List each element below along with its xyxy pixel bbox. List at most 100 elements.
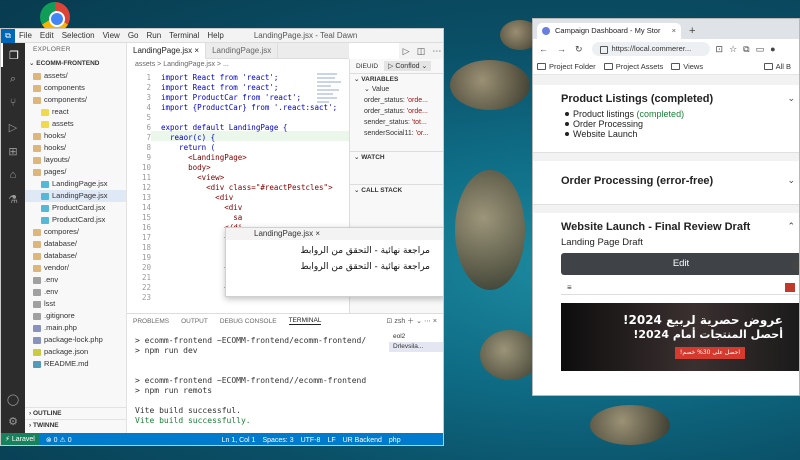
breadcrumb[interactable]: assets > LandingPage.jsx > ... — [127, 59, 349, 71]
card-title[interactable]: Website Launch - Final Review Draft ⌃ — [533, 221, 799, 233]
tree-folder[interactable]: layouts/ — [25, 154, 126, 166]
tree-folder[interactable]: database/ — [25, 238, 126, 250]
menu-go[interactable]: Go — [128, 31, 139, 40]
variable-row[interactable]: sender_status: 'tot... — [350, 117, 443, 128]
tree-file[interactable]: README.md — [25, 358, 126, 370]
code-line[interactable]: reaor(c) { — [161, 133, 215, 142]
shell-name[interactable]: zsh — [394, 318, 405, 325]
code-line[interactable]: export default LandingPage { — [161, 123, 287, 132]
card-title[interactable]: Product Listings (completed) ⌄ — [533, 93, 799, 105]
more-actions-icon[interactable]: ⋯ — [424, 318, 431, 325]
code-line[interactable]: import ProductCar from 'react'; — [161, 93, 301, 102]
code-line[interactable]: return ( — [161, 143, 215, 152]
code-line[interactable]: <div — [161, 203, 242, 212]
tree-file[interactable]: react — [25, 106, 126, 118]
chevron-down-icon[interactable]: ⌄ — [787, 93, 795, 104]
code-line[interactable]: <div class="#reactPestcles"> — [161, 183, 332, 192]
tree-file[interactable]: .env — [25, 286, 126, 298]
reload-icon[interactable]: ↻ — [575, 44, 583, 55]
run-debug-icon[interactable]: ▷ — [1, 115, 25, 139]
add-terminal-icon[interactable]: ＋ — [407, 318, 414, 325]
code-line[interactable]: <div — [161, 193, 233, 202]
bookmark-folder[interactable]: Project Assets — [603, 62, 663, 71]
bookmark-folder[interactable]: Project Folder — [537, 62, 596, 71]
variable-row[interactable]: order_status: 'orde... — [350, 95, 443, 106]
edit-button[interactable]: Edit — [561, 253, 799, 275]
more-actions-icon[interactable]: ⋯ — [432, 46, 441, 57]
tree-file[interactable]: package.json — [25, 346, 126, 358]
close-icon[interactable]: × — [433, 318, 437, 325]
remote-icon[interactable]: ⌂ — [1, 163, 25, 187]
code-line[interactable] — [161, 293, 224, 302]
tab-output[interactable]: OUTPUT — [181, 318, 208, 325]
menu-run[interactable]: Run — [146, 31, 161, 40]
tree-folder[interactable]: database/ — [25, 250, 126, 262]
outline-section[interactable]: › OUTLINE — [25, 407, 127, 419]
code-line[interactable]: <LandingPage> — [161, 153, 247, 162]
close-tab-icon[interactable]: × — [672, 23, 676, 39]
browser-tab[interactable]: Campaign Dashboard - My Stor × — [537, 23, 681, 39]
address-bar[interactable]: https://local.commerer... — [591, 42, 710, 56]
bookmark-folder[interactable]: Views — [671, 62, 703, 71]
language-mode[interactable]: UR Backend — [343, 437, 382, 444]
menu-selection[interactable]: Selection — [62, 31, 95, 40]
project-root[interactable]: ⌄ ECOMM-FRONTEND — [25, 57, 126, 70]
forward-icon[interactable]: → — [557, 44, 566, 54]
tree-file[interactable]: LandingPage.jsx — [25, 178, 126, 190]
terminal-item-selected[interactable]: Drlevsila... — [389, 342, 443, 352]
watch-section[interactable]: ⌄ WATCH — [350, 151, 443, 162]
tree-file[interactable]: ProductCard.jsx — [25, 202, 126, 214]
menu-file[interactable]: File — [19, 31, 32, 40]
debug-config-select[interactable]: ▷ Conflod ⌄ — [384, 61, 432, 71]
minimap[interactable] — [315, 71, 349, 131]
tree-folder[interactable]: vendor/ — [25, 262, 126, 274]
tab-problems[interactable]: PROBLEMS — [133, 318, 169, 325]
all-bookmarks[interactable]: All B — [763, 62, 791, 71]
tab-landingpage-active[interactable]: LandingPage.jsx × — [127, 43, 207, 59]
tree-file[interactable]: ProductCard.jsx — [25, 214, 126, 226]
tree-file[interactable]: assets — [25, 118, 126, 130]
tree-file[interactable]: .main.php — [25, 322, 126, 334]
terminal-item[interactable]: eol2 — [389, 332, 443, 342]
tab-landingpage[interactable]: LandingPage.jsx — [206, 43, 279, 59]
menu-terminal[interactable]: Terminal — [169, 31, 199, 40]
code-line[interactable]: import React from 'react'; — [161, 73, 278, 82]
chevron-down-icon[interactable]: ⌄ — [787, 175, 795, 186]
chevron-down-icon[interactable]: ⌄ — [416, 318, 422, 325]
notification-icon[interactable] — [791, 259, 799, 271]
hero-cta-button[interactable]: احصل على 30% خصم! — [674, 347, 745, 359]
tree-folder[interactable]: compores/ — [25, 226, 126, 238]
widget-tab[interactable]: LandingPage.jsx × — [226, 228, 443, 240]
back-icon[interactable]: ← — [539, 44, 548, 54]
code-line[interactable]: import React from 'react'; — [161, 83, 278, 92]
variables-section[interactable]: ⌄ VARIABLES — [350, 73, 443, 84]
tree-folder[interactable]: hooks/ — [25, 130, 126, 142]
code-line[interactable]: import {ProductCar} from '.react:sact'; — [161, 103, 337, 112]
value-row[interactable]: ⌄ Value — [350, 84, 443, 95]
call-stack-section[interactable]: ⌄ CALL STACK — [350, 184, 443, 195]
source-control-icon[interactable]: ⑂ — [1, 91, 25, 115]
profile-icon[interactable]: ● — [770, 44, 781, 54]
indentation[interactable]: Spaces: 3 — [262, 437, 293, 444]
tree-file[interactable]: .gitignore — [25, 310, 126, 322]
menu-help[interactable]: Help — [207, 31, 223, 40]
search-icon[interactable]: ⌕ — [1, 67, 25, 91]
testing-icon[interactable]: ⚗ — [1, 187, 25, 211]
variable-row[interactable]: order_status: 'orde... — [350, 106, 443, 117]
menu-edit[interactable]: Edit — [40, 31, 54, 40]
explorer-icon[interactable]: ❐ — [1, 43, 25, 67]
code-line[interactable]: body> — [161, 163, 211, 172]
variable-row[interactable]: senderSocial11: 'or... — [350, 128, 443, 139]
tab-debug-console[interactable]: DEBUG CONSOLE — [220, 318, 277, 325]
star-icon[interactable]: ☆ — [729, 44, 743, 54]
problems-count[interactable]: ⊗ 0 ⚠ 0 — [46, 436, 72, 444]
line-ending[interactable]: LF — [327, 437, 335, 444]
tree-file[interactable]: .env — [25, 274, 126, 286]
split-editor-icon[interactable]: ◫ — [417, 46, 426, 57]
cart-icon[interactable] — [785, 283, 795, 292]
tree-folder[interactable]: components/ — [25, 94, 126, 106]
tree-folder[interactable]: hooks/ — [25, 142, 126, 154]
sidepanel-icon[interactable]: ▭ — [756, 44, 771, 54]
new-tab-button[interactable]: + — [689, 23, 695, 39]
account-icon[interactable]: ◯ — [1, 387, 25, 411]
